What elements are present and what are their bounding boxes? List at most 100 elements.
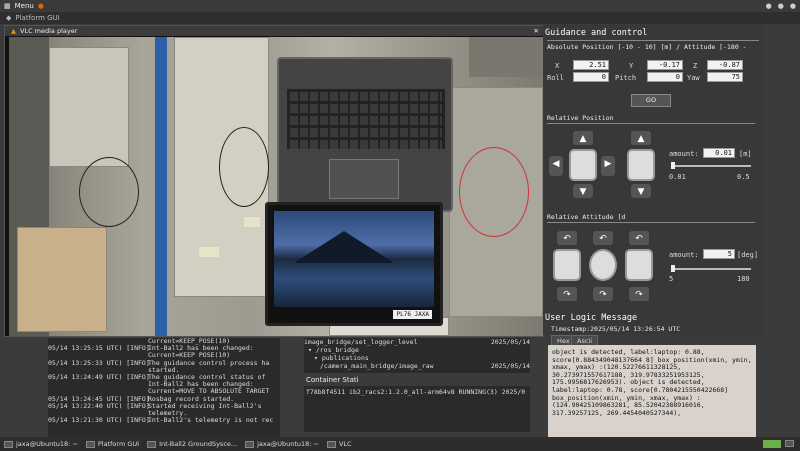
log-time	[48, 381, 144, 388]
vlc-title: VLC media player	[20, 27, 78, 35]
laptop-keyboard	[287, 89, 445, 149]
amount-att-label: amount:	[669, 251, 699, 259]
z-label: Z	[693, 62, 698, 70]
topic-label: /camera_main_bridge/image_raw	[320, 362, 434, 370]
att-max: 180	[737, 275, 750, 283]
robot-front-icon	[569, 149, 597, 181]
go-button[interactable]: GO	[631, 94, 671, 107]
topics-tree[interactable]: image_bridge/set_logger_level 2025/05/14…	[304, 338, 530, 373]
cable	[219, 127, 269, 207]
terminal-icon	[4, 440, 13, 448]
laptop-label: PL76 JAXA	[393, 310, 432, 319]
pos-slider[interactable]	[671, 165, 751, 167]
divider	[547, 222, 755, 223]
laptop-screen: PL76 JAXA	[265, 202, 443, 326]
pos-min: 0.01	[669, 173, 686, 181]
att-slider-handle[interactable]	[671, 265, 675, 272]
divider	[547, 40, 759, 41]
amount-pos-input[interactable]: 0.01	[703, 148, 735, 158]
taskbar-platform-gui[interactable]: Platform GUI	[85, 440, 140, 448]
pitch-ccw-icon[interactable]: ↶	[629, 231, 649, 245]
log-time: 05/14 13:24:49 UTC) [INFO]	[48, 373, 150, 382]
roll-ccw-icon[interactable]: ↶	[557, 231, 577, 245]
taskbar-vlc[interactable]: VLC	[326, 440, 352, 448]
robot-side-icon	[627, 149, 655, 181]
topic-row[interactable]: ▾ /ros_bridge	[304, 346, 530, 354]
taskbar-groundsystem[interactable]: Int-Ball2 GroundSysce...	[147, 440, 237, 448]
ulm-title: User Logic Message	[545, 313, 638, 323]
container-status-header: Container Stati	[304, 376, 530, 386]
workspace-indicator[interactable]	[763, 440, 781, 448]
maximize-icon[interactable]: ●	[778, 2, 784, 10]
z-input[interactable]: -0.87	[707, 60, 743, 70]
yaw-label: Yaw	[687, 74, 700, 82]
roll-label: Roll	[547, 74, 564, 82]
window-icon	[147, 440, 157, 448]
platform-gui-titlebar: ◆ Platform GUI	[0, 12, 800, 24]
ulm-timestamp: Timestamp:2025/05/14 13:26:54 UTC	[551, 325, 681, 333]
y-input[interactable]: -0.17	[647, 60, 683, 70]
log-time: 05/14 13:22:40 UTC) [INFO]	[48, 401, 150, 410]
guidance-panel: Guidance and control Absolute Position […	[543, 25, 763, 335]
vlc-close-icon[interactable]: ✕	[534, 27, 543, 35]
topic-date: 2025/05/14	[490, 338, 530, 346]
pitch-input[interactable]: 0	[647, 72, 683, 82]
taskbar-terminal-1[interactable]: jaxa@Ubuntu18: ~	[4, 440, 78, 448]
topic-row[interactable]: image_bridge/set_logger_level 2025/05/14	[304, 338, 530, 346]
topic-row[interactable]: /camera_main_bridge/image_raw 2025/05/14	[304, 362, 530, 370]
vlc-icon	[326, 440, 336, 448]
wall-panel	[49, 47, 129, 167]
minimize-icon[interactable]: ●	[766, 2, 772, 10]
log-panel[interactable]: Current=KEEP_POSE(10) 05/14 13:25:15 UTC)…	[48, 338, 280, 437]
att-slider[interactable]	[671, 268, 751, 270]
menu-label[interactable]: Menu	[15, 2, 34, 10]
yaw-ccw-icon[interactable]: ↶	[593, 231, 613, 245]
roll-cw-icon[interactable]: ↷	[557, 287, 577, 301]
menu-icon[interactable]: ▦	[4, 2, 11, 10]
move-down-arrow-icon[interactable]: ▼	[573, 184, 593, 198]
yaw-input[interactable]: 75	[707, 72, 743, 82]
laptop	[277, 57, 453, 212]
task-label: Platform GUI	[97, 440, 140, 448]
vlc-icon: ▲	[11, 27, 16, 35]
amount-att-unit: [deg]	[737, 251, 759, 259]
topic-row[interactable]: ▾ publications	[304, 354, 530, 362]
move-left-arrow-icon[interactable]: ◀	[549, 156, 563, 176]
task-label: jaxa@Ubuntu18: ~	[257, 440, 319, 448]
pitch-cw-icon[interactable]: ↷	[629, 287, 649, 301]
system-top-bar: ▦ Menu ● ● ● ●	[0, 0, 800, 12]
move-backward-arrow-icon[interactable]: ▼	[631, 184, 651, 198]
x-label: X	[555, 62, 560, 70]
move-right-arrow-icon[interactable]: ▶	[601, 156, 615, 176]
wallpaper-image	[274, 211, 434, 307]
robot-roll-icon	[553, 249, 581, 281]
move-up-arrow-icon[interactable]: ▲	[573, 131, 593, 145]
taskbar-terminal-2[interactable]: jaxa@Ubuntu18: ~	[245, 440, 319, 448]
task-label: VLC	[338, 440, 352, 448]
amount-pos-label: amount:	[669, 150, 699, 158]
x-input[interactable]: 2.51	[573, 60, 609, 70]
relative-position-label: Relative Position	[547, 114, 614, 122]
sticker	[199, 247, 219, 257]
log-message: Int-Ball2's telemetry is not rec	[148, 416, 274, 425]
sticker	[244, 217, 260, 227]
move-forward-arrow-icon[interactable]: ▲	[631, 131, 651, 145]
laptop-touchpad	[329, 159, 399, 199]
relative-attitude-label: Relative Attitude [d	[547, 213, 626, 221]
pos-slider-handle[interactable]	[671, 162, 675, 169]
log-time: 05/14 13:25:33 UTC) [INFO]	[48, 358, 150, 367]
workspace-icon[interactable]	[785, 440, 794, 447]
ulm-message-box[interactable]: object is detected, label:laptop: 0.88, …	[548, 345, 756, 437]
task-label: jaxa@Ubuntu18: ~	[16, 440, 78, 448]
firefox-icon[interactable]: ●	[38, 2, 44, 10]
att-min: 5	[669, 275, 674, 283]
vlc-window[interactable]: ▲ VLC media player ✕ PL76 JAXA	[4, 25, 544, 337]
close-icon[interactable]: ●	[790, 2, 796, 10]
yaw-cw-icon[interactable]: ↷	[593, 287, 613, 301]
roll-input[interactable]: 0	[573, 72, 609, 82]
vlc-titlebar[interactable]: ▲ VLC media player ✕	[5, 26, 543, 36]
task-label: Int-Ball2 GroundSysce...	[159, 440, 238, 448]
topic-date: 2025/05/14	[490, 362, 530, 370]
container-status-row[interactable]: f78b8f4511 ib2_racs2:1.2.0_all-arm64v8 R…	[304, 386, 530, 432]
amount-att-input[interactable]: 5	[703, 249, 735, 259]
